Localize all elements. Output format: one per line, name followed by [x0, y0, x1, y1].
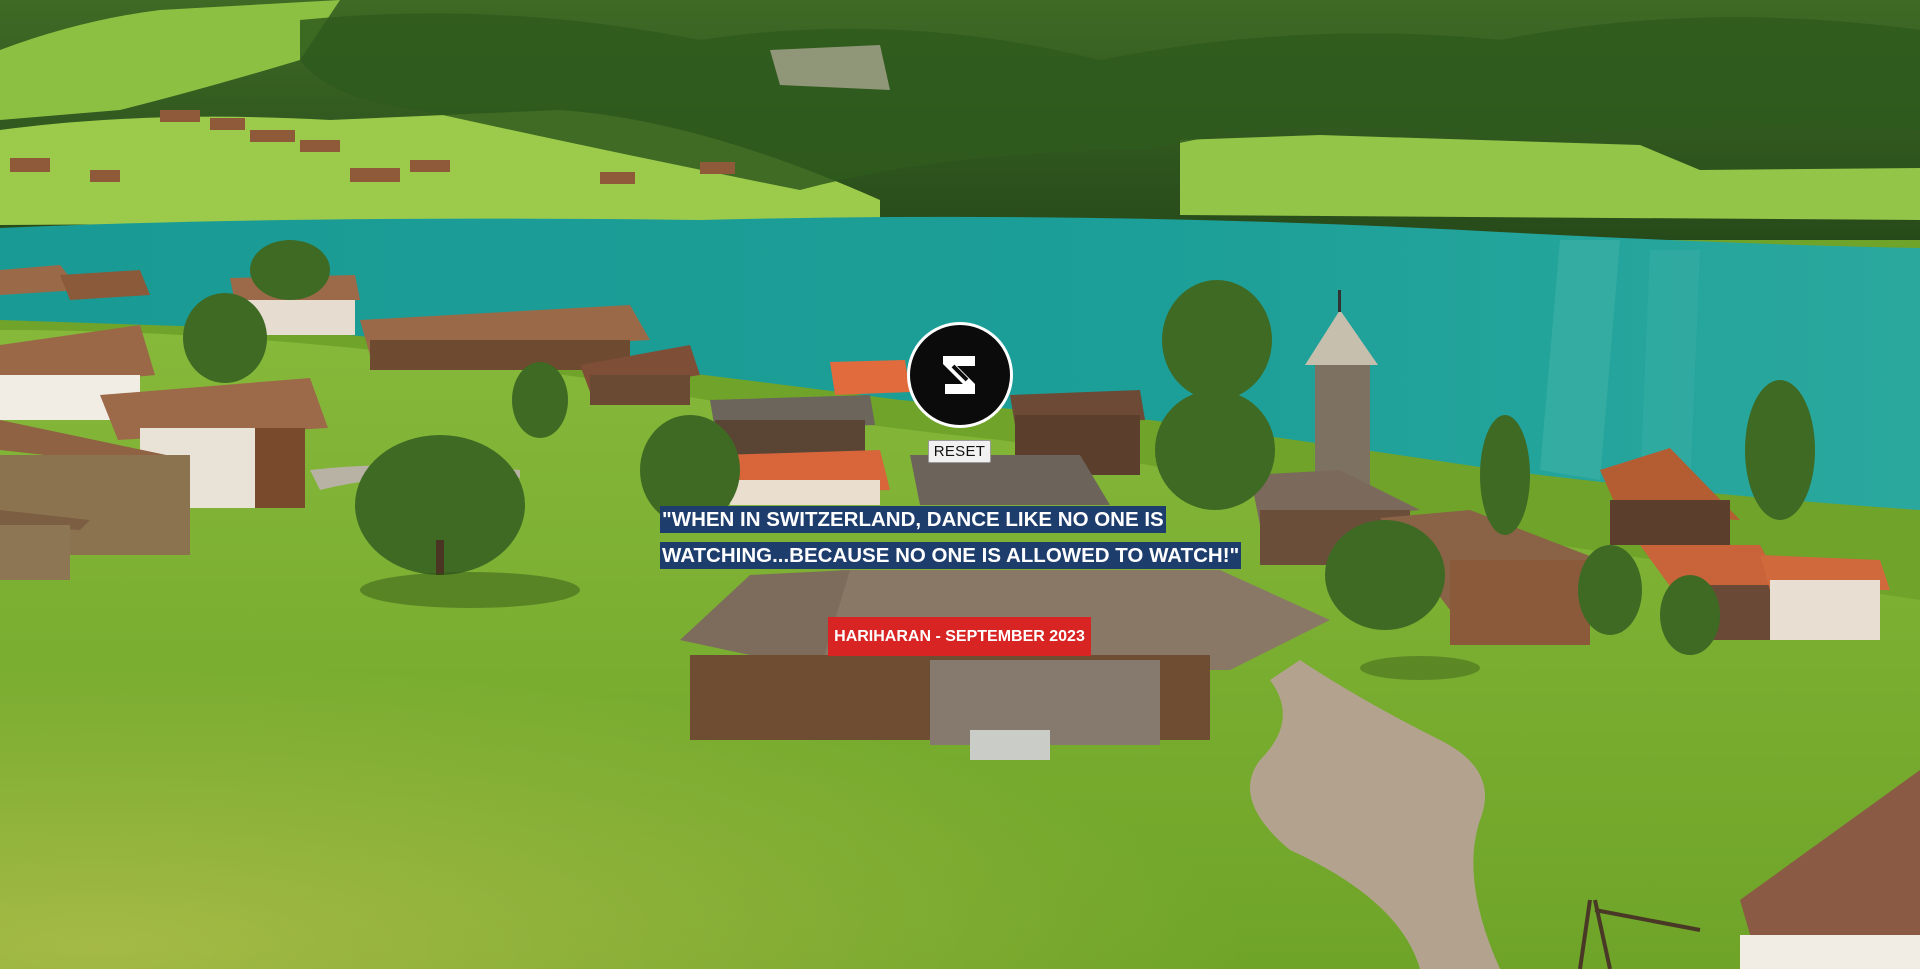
quote-line-2: WATCHING...BECAUSE NO ONE IS ALLOWED TO …: [660, 542, 1242, 569]
landscape-illustration: [0, 0, 1920, 969]
tree-shadow: [360, 572, 580, 608]
background-photo: [0, 0, 1920, 969]
quote-line-1: "WHEN IN SWITZERLAND, DANCE LIKE NO ONE …: [660, 506, 1166, 533]
reset-button[interactable]: RESET: [928, 440, 991, 463]
rock-cliff: [770, 45, 890, 90]
quote-text: "WHEN IN SWITZERLAND, DANCE LIKE NO ONE …: [660, 502, 1260, 574]
s-monogram-logo-icon: [943, 356, 975, 394]
brand-logo-button[interactable]: [907, 322, 1013, 428]
tree-shadow: [1360, 656, 1480, 680]
credit-badge: HARIHARAN - SEPTEMBER 2023: [828, 617, 1091, 656]
